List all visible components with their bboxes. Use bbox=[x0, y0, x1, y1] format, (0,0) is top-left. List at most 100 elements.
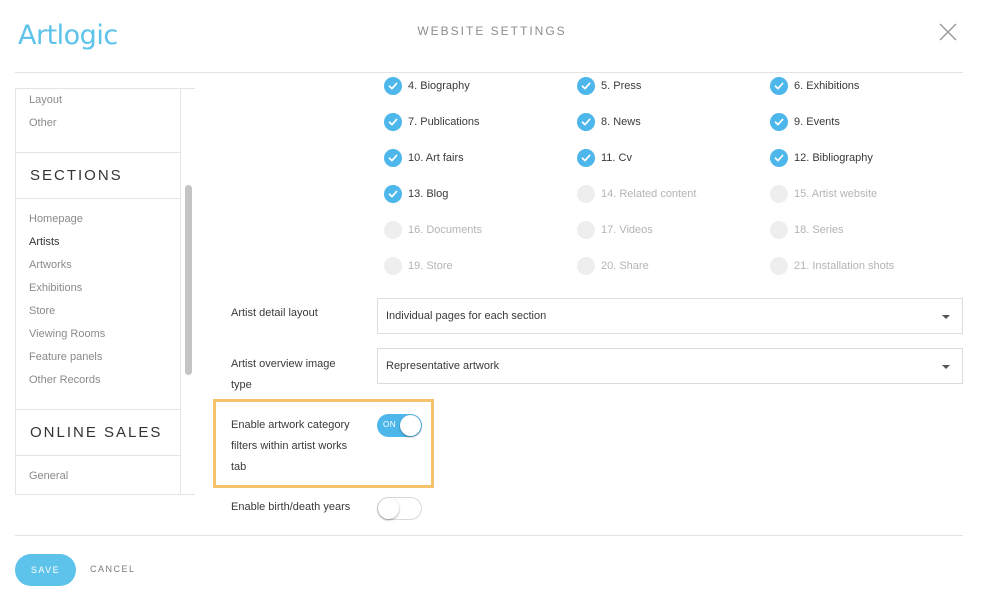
section-checkbox-art-fairs[interactable]: 10. Art fairs bbox=[384, 148, 464, 168]
category-filters-label-line1: Enable artwork category bbox=[231, 419, 350, 431]
empty-circle-icon bbox=[577, 257, 595, 275]
sidebar-item-artists[interactable]: Artists bbox=[29, 236, 60, 248]
section-checkbox-label: 9. Events bbox=[794, 116, 840, 128]
footer-divider bbox=[15, 535, 963, 536]
overview-image-select[interactable]: Representative artwork bbox=[377, 348, 963, 384]
sidebar-item-feature-panels[interactable]: Feature panels bbox=[29, 351, 102, 363]
section-checkbox-label: 14. Related content bbox=[601, 188, 697, 200]
overview-image-label: Artist overview image type bbox=[231, 354, 336, 396]
section-checkbox-videos[interactable]: 17. Videos bbox=[577, 220, 653, 240]
overview-image-label-line2: type bbox=[231, 379, 252, 391]
sidebar-divider bbox=[16, 409, 181, 410]
save-button[interactable]: SAVE bbox=[15, 554, 76, 586]
settings-sidebar: Layout Other SECTIONS Homepage Artists A… bbox=[15, 88, 195, 495]
checkmark-icon bbox=[384, 149, 402, 167]
checkmark-icon bbox=[384, 113, 402, 131]
section-checkbox-artist-website[interactable]: 15. Artist website bbox=[770, 184, 877, 204]
section-checkbox-label: 13. Blog bbox=[408, 188, 449, 200]
sidebar-item-viewing-rooms[interactable]: Viewing Rooms bbox=[29, 328, 105, 340]
category-filters-label-line3: tab bbox=[231, 461, 247, 473]
sidebar-item-other-records[interactable]: Other Records bbox=[29, 374, 101, 386]
sidebar-item-general[interactable]: General bbox=[29, 470, 68, 482]
overview-image-label-line1: Artist overview image bbox=[231, 358, 336, 370]
detail-layout-label: Artist detail layout bbox=[231, 307, 318, 319]
toggle-knob bbox=[400, 415, 421, 436]
section-checkbox-store[interactable]: 19. Store bbox=[384, 256, 453, 276]
section-checkbox-label: 15. Artist website bbox=[794, 188, 878, 200]
header-divider bbox=[15, 72, 963, 73]
empty-circle-icon bbox=[384, 257, 402, 275]
section-checkbox-label: 16. Documents bbox=[408, 224, 482, 236]
checkmark-icon bbox=[384, 77, 402, 95]
overview-image-value: Representative artwork bbox=[386, 360, 500, 372]
section-checkbox-label: 4. Biography bbox=[408, 80, 470, 92]
section-checkbox-press[interactable]: 5. Press bbox=[577, 76, 641, 96]
empty-circle-icon bbox=[384, 221, 402, 239]
sections-heading: SECTIONS bbox=[30, 167, 123, 184]
birth-death-toggle[interactable] bbox=[377, 497, 422, 520]
section-checkbox-blog[interactable]: 13. Blog bbox=[384, 184, 448, 204]
online-sales-heading: ONLINE SALES bbox=[30, 424, 163, 441]
sidebar-item-homepage[interactable]: Homepage bbox=[29, 213, 83, 225]
section-checkbox-biography[interactable]: 4. Biography bbox=[384, 76, 470, 96]
chevron-down-icon bbox=[942, 365, 950, 369]
section-checkbox-documents[interactable]: 16. Documents bbox=[384, 220, 482, 240]
empty-circle-icon bbox=[577, 185, 595, 203]
section-checkbox-label: 21. Installation shots bbox=[794, 260, 895, 272]
checkmark-icon bbox=[770, 149, 788, 167]
empty-circle-icon bbox=[770, 221, 788, 239]
section-checkbox-label: 12. Bibliography bbox=[794, 152, 873, 164]
section-checkbox-label: 20. Share bbox=[601, 260, 649, 272]
sidebar-scrollbar-thumb[interactable] bbox=[185, 185, 192, 375]
chevron-down-icon bbox=[942, 315, 950, 319]
section-checkbox-label: 18. Series bbox=[794, 224, 844, 236]
sidebar-item-exhibitions[interactable]: Exhibitions bbox=[29, 282, 82, 294]
sidebar-divider bbox=[16, 152, 181, 153]
section-checkbox-label: 7. Publications bbox=[408, 116, 480, 128]
section-checkbox-related-content[interactable]: 14. Related content bbox=[577, 184, 696, 204]
checkmark-icon bbox=[770, 77, 788, 95]
section-checkbox-label: 8. News bbox=[601, 116, 641, 128]
section-checkbox-news[interactable]: 8. News bbox=[577, 112, 641, 132]
toggle-on-text: ON bbox=[383, 420, 396, 429]
sidebar-item-artworks[interactable]: Artworks bbox=[29, 259, 72, 271]
sidebar-divider bbox=[16, 198, 181, 199]
section-checkbox-events[interactable]: 9. Events bbox=[770, 112, 840, 132]
sidebar-nav: Layout Other SECTIONS Homepage Artists A… bbox=[16, 89, 181, 494]
section-checkbox-publications[interactable]: 7. Publications bbox=[384, 112, 480, 132]
empty-circle-icon bbox=[770, 257, 788, 275]
sidebar-item-layout[interactable]: Layout bbox=[29, 94, 62, 106]
section-checkbox-series[interactable]: 18. Series bbox=[770, 220, 844, 240]
empty-circle-icon bbox=[770, 185, 788, 203]
detail-layout-value: Individual pages for each section bbox=[386, 310, 547, 322]
section-checkbox-label: 19. Store bbox=[408, 260, 453, 272]
checkmark-icon bbox=[577, 113, 595, 131]
toggle-knob bbox=[378, 498, 399, 519]
category-filters-toggle[interactable]: ON bbox=[377, 414, 422, 437]
checkmark-icon bbox=[770, 113, 788, 131]
section-checkbox-label: 11. Cv bbox=[601, 152, 632, 164]
close-button[interactable] bbox=[936, 20, 960, 44]
section-checkbox-label: 10. Art fairs bbox=[408, 152, 464, 164]
section-checkbox-share[interactable]: 20. Share bbox=[577, 256, 649, 276]
close-icon bbox=[939, 23, 957, 41]
checkmark-icon bbox=[577, 149, 595, 167]
category-filters-label: Enable artwork category filters within a… bbox=[231, 415, 350, 478]
section-checkbox-cv[interactable]: 11. Cv bbox=[577, 148, 632, 168]
section-checkbox-installation-shots[interactable]: 21. Installation shots bbox=[770, 256, 894, 276]
checkmark-icon bbox=[577, 77, 595, 95]
sidebar-item-store[interactable]: Store bbox=[29, 305, 55, 317]
empty-circle-icon bbox=[577, 221, 595, 239]
section-checkbox-label: 17. Videos bbox=[601, 224, 653, 236]
checkmark-icon bbox=[384, 185, 402, 203]
section-checkbox-label: 6. Exhibitions bbox=[794, 80, 860, 92]
section-checkbox-exhibitions[interactable]: 6. Exhibitions bbox=[770, 76, 859, 96]
section-checkbox-label: 5. Press bbox=[601, 80, 642, 92]
birth-death-label: Enable birth/death years bbox=[231, 501, 351, 513]
page-title: WEBSITE SETTINGS bbox=[417, 24, 567, 38]
cancel-button[interactable]: CANCEL bbox=[90, 564, 136, 574]
detail-layout-select[interactable]: Individual pages for each section bbox=[377, 298, 963, 334]
sidebar-divider bbox=[16, 455, 181, 456]
section-checkbox-bibliography[interactable]: 12. Bibliography bbox=[770, 148, 873, 168]
sidebar-item-other[interactable]: Other bbox=[29, 117, 57, 129]
